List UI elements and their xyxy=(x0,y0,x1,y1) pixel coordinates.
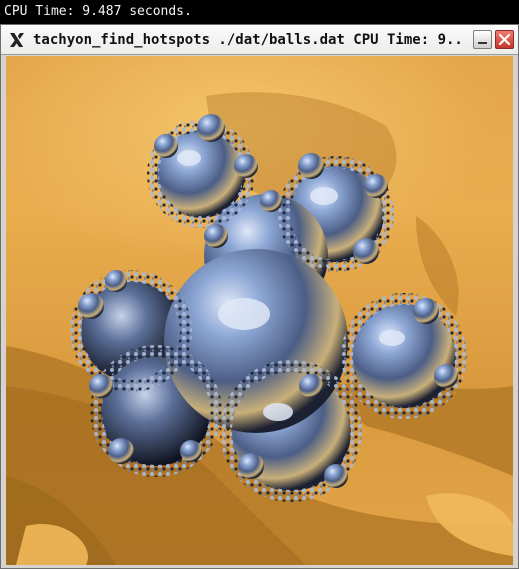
x-logo-icon xyxy=(9,32,25,48)
minimize-icon xyxy=(478,42,487,44)
minimize-button[interactable] xyxy=(473,30,492,49)
close-icon xyxy=(498,33,511,46)
title-bar[interactable]: tachyon_find_hotspots ./dat/balls.dat CP… xyxy=(1,25,518,55)
fractal-spheres-render xyxy=(6,92,513,565)
close-button[interactable] xyxy=(495,30,514,49)
window-title: tachyon_find_hotspots ./dat/balls.dat CP… xyxy=(33,32,465,48)
app-window: tachyon_find_hotspots ./dat/balls.dat CP… xyxy=(0,24,519,569)
console-output: CPU Time: 9.487 seconds. xyxy=(0,0,519,24)
render-canvas xyxy=(6,56,513,565)
